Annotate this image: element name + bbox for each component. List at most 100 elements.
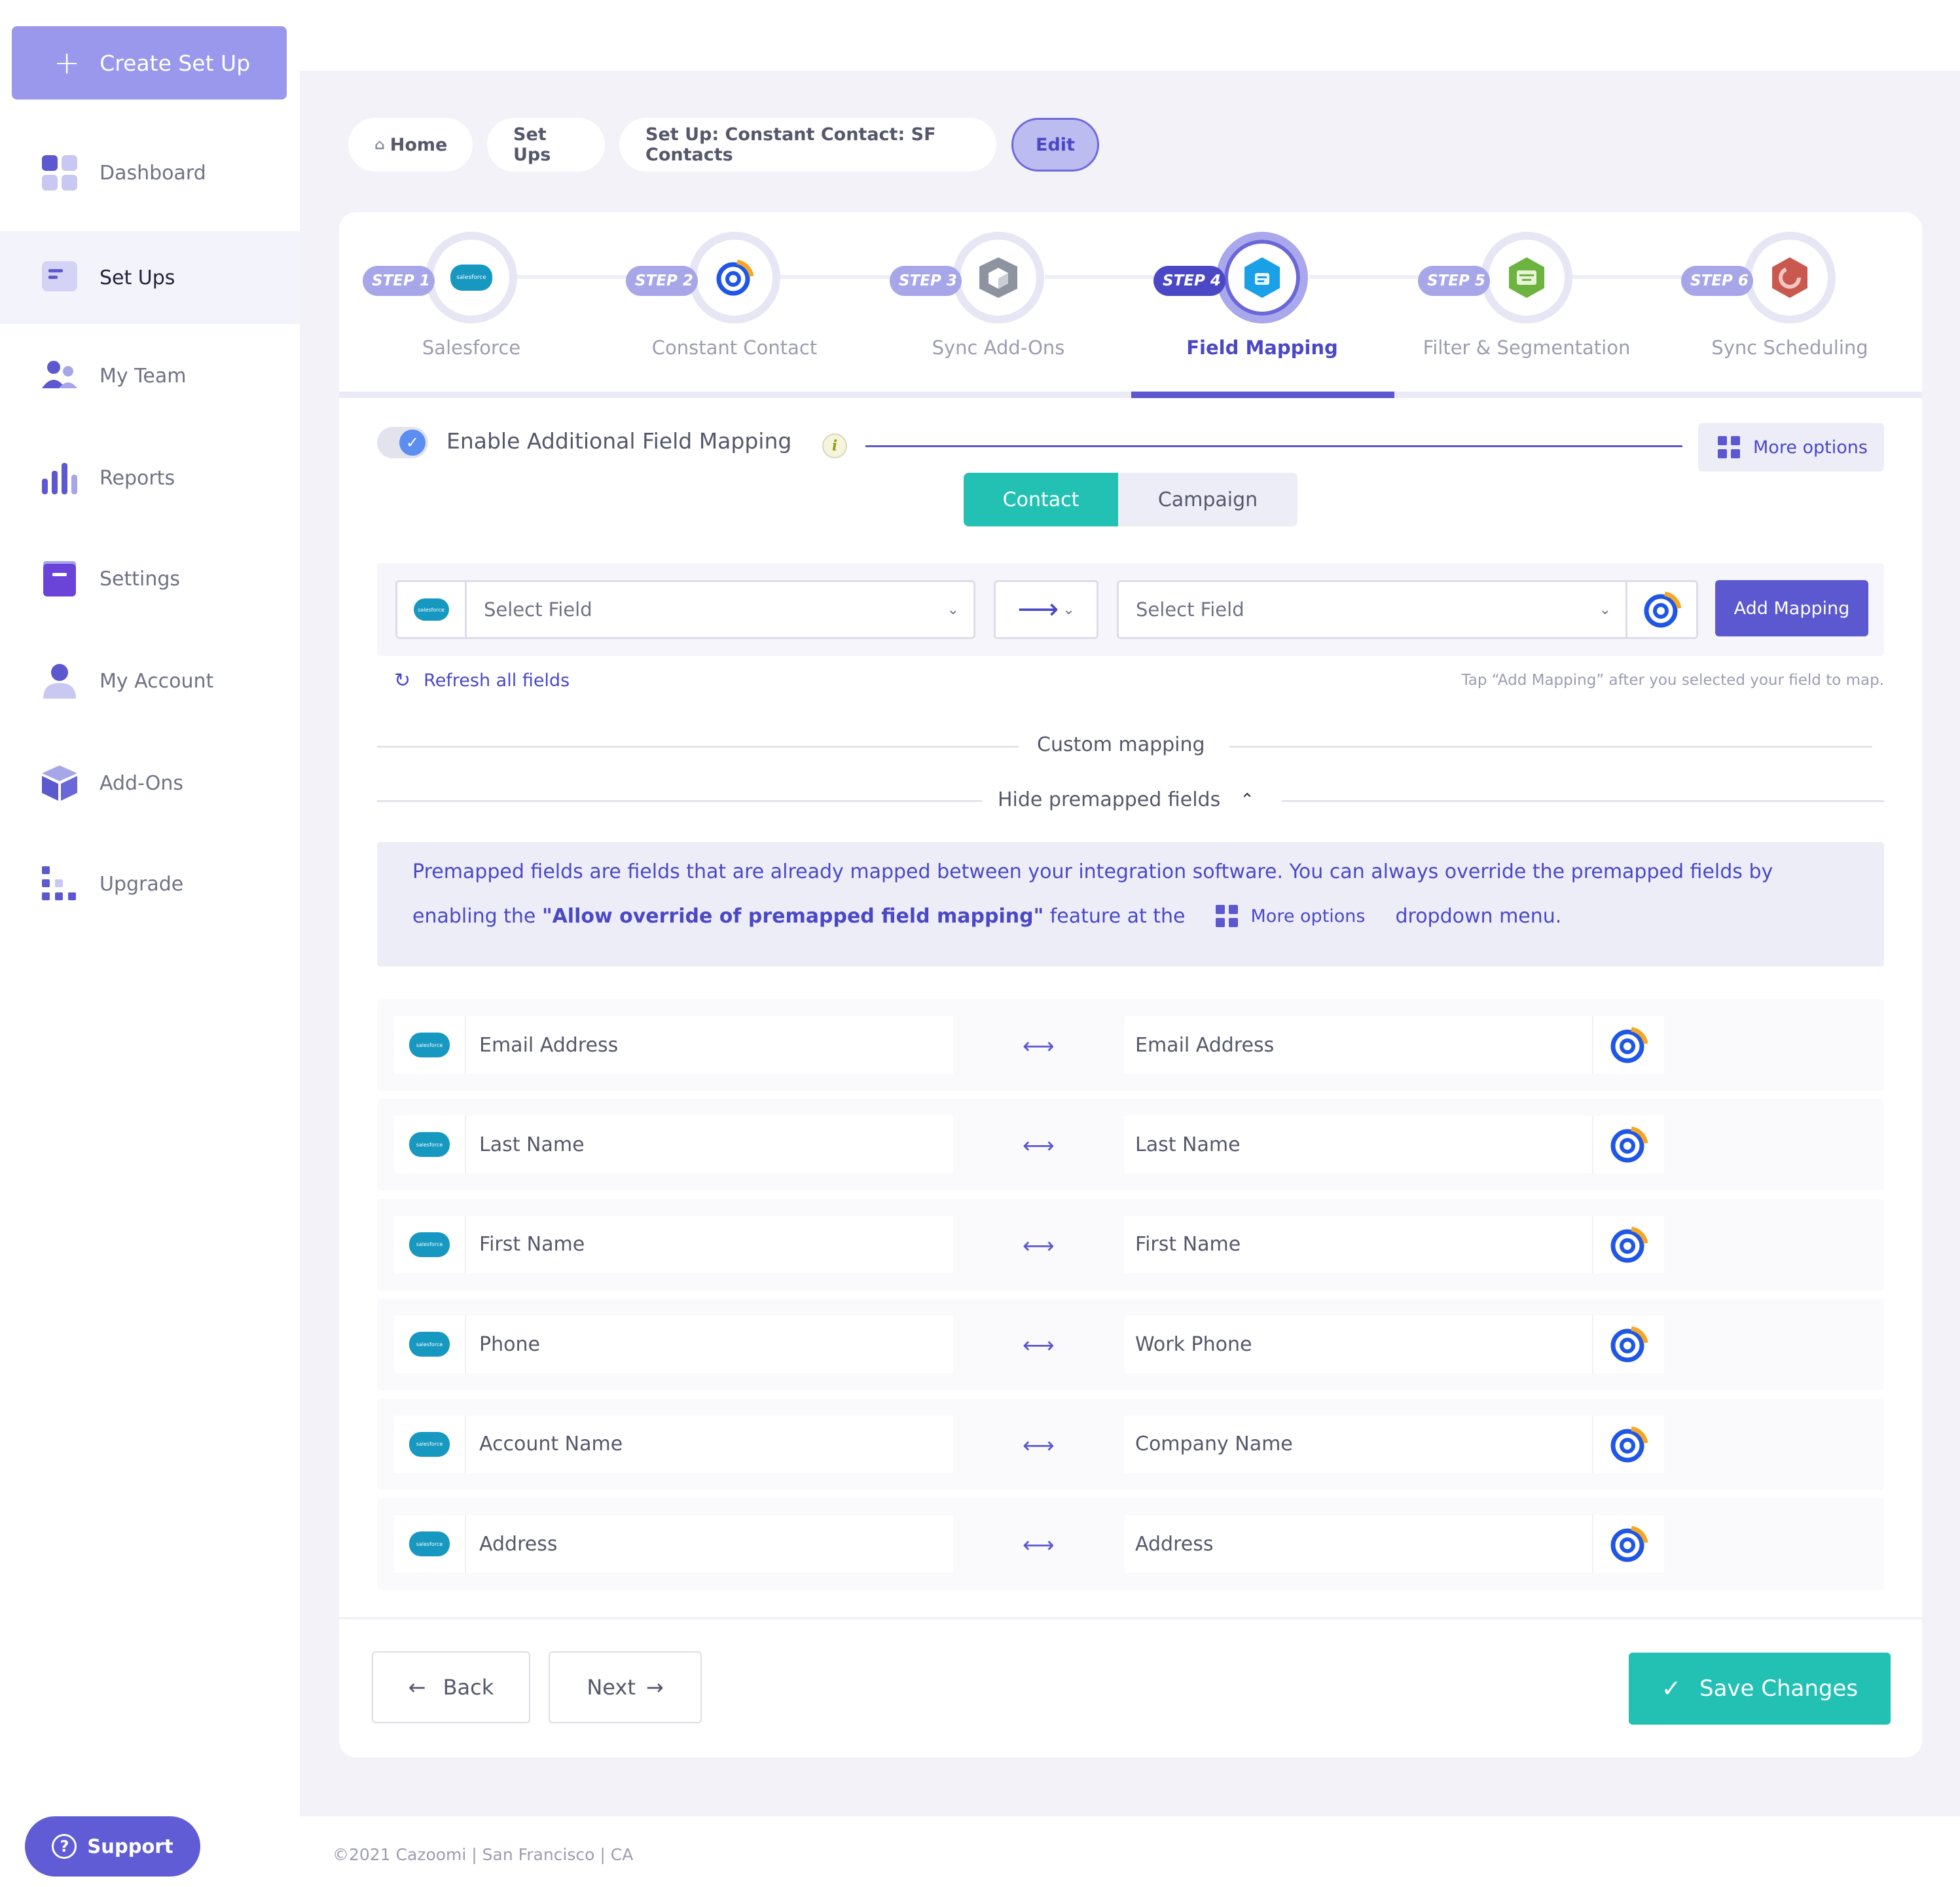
setups-icon [41,259,79,297]
sidebar-item-my-team[interactable]: My Team [0,329,300,422]
divider-line [1282,800,1884,802]
more-options-label: More options [1250,906,1366,926]
salesforce-logo-icon: salesforce [394,1315,466,1374]
constant-contact-field-name: Company Name [1135,1433,1293,1456]
sidebar-item-label: Set Ups [100,266,175,289]
step-sync-add-ons[interactable]: STEP 3 Sync Add-Ons [861,232,1123,367]
settings-icon [41,560,79,598]
breadcrumb-setups[interactable]: Set Ups [487,118,605,172]
breadcrumb-current-setup[interactable]: Set Up: Constant Contact: SF Contacts [619,118,996,172]
salesforce-field-select[interactable]: salesforce Select Field ⌄ [395,580,975,639]
step-field-mapping[interactable]: STEP 4 Field Mapping [1125,232,1387,367]
add-mapping-button[interactable]: Add Mapping [1715,580,1868,636]
sidebar-item-reports[interactable]: Reports [0,431,300,524]
cube-icon [953,232,1044,323]
refresh-fields-link[interactable]: ↻ Refresh all fields [394,669,570,692]
sidebar-item-my-account[interactable]: My Account [0,634,300,727]
step-tag: STEP 6 [1681,266,1753,296]
sidebar-item-setups[interactable]: Set Ups [0,231,300,324]
refresh-label: Refresh all fields [424,670,570,691]
constant-contact-field: Last Name [1125,1116,1664,1174]
create-setup-button[interactable]: + Create Set Up [12,26,287,100]
step-label: Filter & Segmentation [1423,337,1631,359]
clock-icon [1744,232,1836,323]
bidirectional-arrow-icon: ⟷ [1023,1033,1055,1059]
back-label: Back [443,1675,494,1700]
sidebar-item-upgrade[interactable]: Upgrade [0,837,300,930]
breadcrumb-setups-label: Set Ups [513,124,551,165]
sidebar-item-dashboard[interactable]: Dashboard [0,126,300,219]
salesforce-logo-icon: salesforce [394,1116,466,1174]
grid-icon [1718,436,1740,458]
arrow-right-icon: ⟶ [1017,593,1059,626]
constant-contact-field-name: Email Address [1135,1033,1275,1057]
constant-contact-field: Work Phone [1125,1315,1664,1374]
sidebar-item-label: Add-Ons [100,771,183,795]
divider-line [865,445,1682,447]
constant-contact-field-select[interactable]: Select Field ⌄ [1117,580,1698,639]
more-options-button[interactable]: More options [1698,423,1884,471]
account-icon [41,662,79,700]
inline-more-options-button[interactable]: More options [1197,892,1384,940]
mapping-row: salesforce Account Name ⟷ Company Name [377,1398,1884,1490]
breadcrumb-home[interactable]: ⌂ Home [348,118,473,172]
salesforce-field: salesforce Address [394,1515,953,1573]
bidirectional-arrow-icon: ⟷ [1023,1133,1055,1160]
constant-contact-logo-icon [1592,1315,1664,1374]
step-tag: STEP 2 [626,266,698,296]
hide-premapped-toggle[interactable]: Hide premapped fields ⌃ [998,788,1254,811]
add-mapping-label: Add Mapping [1733,598,1850,619]
salesforce-field-name: Phone [479,1332,540,1356]
sidebar: + Create Set Up Dashboard Set Ups My Tea… [0,0,300,1887]
step-label: Sync Add-Ons [932,337,1065,359]
tab-campaign[interactable]: Campaign [1118,473,1298,526]
next-button[interactable]: Next → [549,1651,702,1723]
sf-logo-text: salesforce [416,1141,443,1148]
sidebar-item-label: My Account [100,669,214,693]
select-placeholder: Select Field [484,598,592,621]
mapping-row: salesforce First Name ⟷ First Name [377,1198,1884,1291]
sf-logo-text: salesforce [416,1541,443,1547]
breadcrumb-home-label: Home [390,134,448,155]
bidirectional-arrow-icon: ⟷ [1023,1232,1055,1259]
salesforce-logo-icon: salesforce [394,1415,466,1473]
active-step-indicator [1131,392,1394,398]
addons-icon [41,764,79,802]
save-changes-button[interactable]: ✓ Save Changes [1629,1653,1891,1725]
salesforce-field: salesforce Phone [394,1315,953,1374]
sf-logo-text: salesforce [416,1042,443,1048]
help-icon: ? [52,1834,77,1859]
direction-select[interactable]: ⟶ ⌄ [994,580,1098,639]
step-salesforce[interactable]: salesforce STEP 1 Salesforce [334,232,596,367]
step-tag: STEP 5 [1418,266,1490,296]
step-sync-scheduling[interactable]: STEP 6 Sync Scheduling [1652,232,1914,367]
step-constant-contact[interactable]: STEP 2 Constant Contact [597,232,859,367]
constant-contact-field-name: Last Name [1135,1133,1241,1156]
plus-icon: + [54,45,81,81]
sidebar-item-add-ons[interactable]: Add-Ons [0,737,300,830]
mapping-row: salesforce Phone ⟷ Work Phone [377,1298,1884,1391]
edit-button[interactable]: Edit [1011,118,1099,172]
sidebar-item-label: Reports [100,466,175,490]
edit-label: Edit [1036,134,1075,155]
back-button[interactable]: ← Back [372,1651,530,1723]
save-changes-label: Save Changes [1699,1676,1859,1702]
support-button[interactable]: ? Support [25,1816,200,1877]
team-icon [41,357,79,395]
reports-icon [41,459,79,497]
salesforce-field-name: Account Name [479,1433,623,1456]
salesforce-logo-icon: salesforce [394,1215,466,1273]
step-tag: STEP 4 [1153,266,1225,296]
enable-mapping-toggle[interactable]: ✓ [377,427,428,458]
mapping-row: salesforce Last Name ⟷ Last Name [377,1099,1884,1191]
step-filter-segmentation[interactable]: STEP 5 Filter & Segmentation [1389,232,1651,367]
support-label: Support [87,1835,173,1858]
sf-logo-text: salesforce [416,1441,443,1448]
sidebar-item-settings[interactable]: Settings [0,532,300,625]
info-icon[interactable]: i [822,433,847,458]
grid-icon [1215,905,1238,927]
field-mapping-icon [1216,232,1308,323]
select-placeholder: Select Field [1136,598,1244,621]
step-label: Field Mapping [1186,337,1338,359]
tab-contact[interactable]: Contact [964,473,1118,526]
